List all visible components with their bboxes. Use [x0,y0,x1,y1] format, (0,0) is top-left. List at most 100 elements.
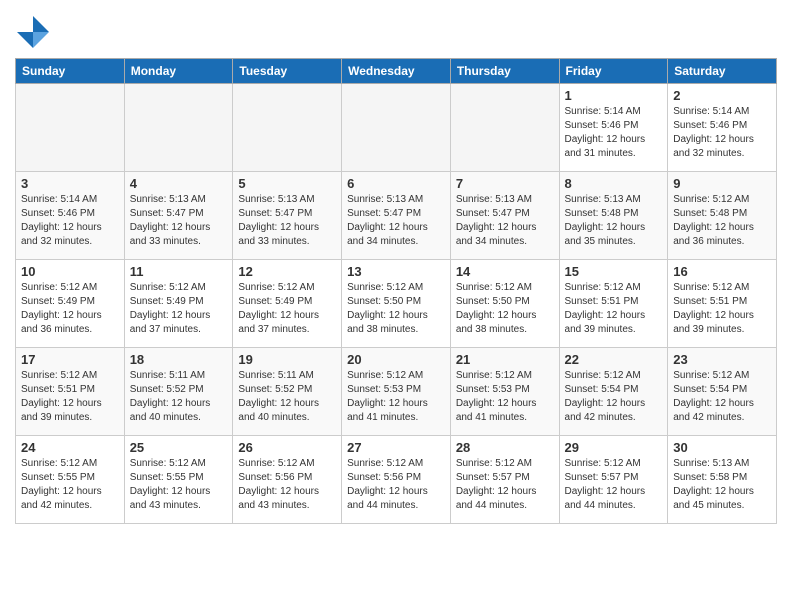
day-info: Sunrise: 5:12 AM Sunset: 5:48 PM Dayligh… [673,193,771,249]
day-info: Sunrise: 5:12 AM Sunset: 5:55 PM Dayligh… [130,457,228,513]
logo [15,14,55,50]
day-info: Sunrise: 5:12 AM Sunset: 5:56 PM Dayligh… [347,457,445,513]
weekday-header-wednesday: Wednesday [342,59,451,84]
calendar-cell [342,84,451,172]
day-number: 12 [238,264,336,279]
day-number: 9 [673,176,771,191]
day-info: Sunrise: 5:12 AM Sunset: 5:53 PM Dayligh… [347,369,445,425]
calendar-cell: 16 Sunrise: 5:12 AM Sunset: 5:51 PM Dayli… [668,260,777,348]
day-number: 28 [456,440,554,455]
calendar-cell: 22Sunrise: 5:12 AM Sunset: 5:54 PM Dayli… [559,348,668,436]
day-info: Sunrise: 5:13 AM Sunset: 5:47 PM Dayligh… [130,193,228,249]
day-number: 21 [456,352,554,367]
calendar-cell: 23Sunrise: 5:12 AM Sunset: 5:54 PM Dayli… [668,348,777,436]
calendar-cell: 17 Sunrise: 5:12 AM Sunset: 5:51 PM Dayli… [16,348,125,436]
day-info: Sunrise: 5:12 AM Sunset: 5:53 PM Dayligh… [456,369,554,425]
day-number: 3 [21,176,119,191]
day-number: 5 [238,176,336,191]
calendar-cell: 13 Sunrise: 5:12 AM Sunset: 5:50 PM Dayli… [342,260,451,348]
day-info: Sunrise: 5:12 AM Sunset: 5:50 PM Dayligh… [456,281,554,337]
calendar-cell [16,84,125,172]
calendar-cell: 25 Sunrise: 5:12 AM Sunset: 5:55 PM Dayli… [124,436,233,524]
day-number: 19 [238,352,336,367]
calendar-cell [233,84,342,172]
weekday-header-thursday: Thursday [450,59,559,84]
weekday-header-row: SundayMondayTuesdayWednesdayThursdayFrid… [16,59,777,84]
calendar-cell: 24Sunrise: 5:12 AM Sunset: 5:55 PM Dayli… [16,436,125,524]
day-number: 29 [565,440,663,455]
week-row-5: 24Sunrise: 5:12 AM Sunset: 5:55 PM Dayli… [16,436,777,524]
calendar-cell: 27 Sunrise: 5:12 AM Sunset: 5:56 PM Dayli… [342,436,451,524]
calendar-cell: 8Sunrise: 5:13 AM Sunset: 5:48 PM Daylig… [559,172,668,260]
day-info: Sunrise: 5:12 AM Sunset: 5:49 PM Dayligh… [238,281,336,337]
day-info: Sunrise: 5:12 AM Sunset: 5:51 PM Dayligh… [21,369,119,425]
calendar-header: SundayMondayTuesdayWednesdayThursdayFrid… [16,59,777,84]
day-info: Sunrise: 5:13 AM Sunset: 5:58 PM Dayligh… [673,457,771,513]
calendar-cell: 15 Sunrise: 5:12 AM Sunset: 5:51 PM Dayli… [559,260,668,348]
week-row-2: 3 Sunrise: 5:14 AM Sunset: 5:46 PM Daylig… [16,172,777,260]
day-info: Sunrise: 5:12 AM Sunset: 5:51 PM Dayligh… [673,281,771,337]
weekday-header-tuesday: Tuesday [233,59,342,84]
calendar-cell: 6 Sunrise: 5:13 AM Sunset: 5:47 PM Daylig… [342,172,451,260]
day-number: 17 [21,352,119,367]
calendar-cell: 14 Sunrise: 5:12 AM Sunset: 5:50 PM Dayli… [450,260,559,348]
calendar-cell: 30 Sunrise: 5:13 AM Sunset: 5:58 PM Dayli… [668,436,777,524]
header [15,10,777,50]
day-info: Sunrise: 5:13 AM Sunset: 5:47 PM Dayligh… [347,193,445,249]
page: SundayMondayTuesdayWednesdayThursdayFrid… [0,0,792,539]
day-info: Sunrise: 5:14 AM Sunset: 5:46 PM Dayligh… [21,193,119,249]
day-info: Sunrise: 5:11 AM Sunset: 5:52 PM Dayligh… [130,369,228,425]
day-number: 8 [565,176,663,191]
calendar-cell: 3 Sunrise: 5:14 AM Sunset: 5:46 PM Daylig… [16,172,125,260]
calendar-cell: 26 Sunrise: 5:12 AM Sunset: 5:56 PM Dayli… [233,436,342,524]
calendar-cell: 20 Sunrise: 5:12 AM Sunset: 5:53 PM Dayli… [342,348,451,436]
day-number: 4 [130,176,228,191]
week-row-4: 17 Sunrise: 5:12 AM Sunset: 5:51 PM Dayli… [16,348,777,436]
day-info: Sunrise: 5:13 AM Sunset: 5:47 PM Dayligh… [456,193,554,249]
day-number: 25 [130,440,228,455]
calendar-cell: 12 Sunrise: 5:12 AM Sunset: 5:49 PM Dayli… [233,260,342,348]
calendar-cell: 19 Sunrise: 5:11 AM Sunset: 5:52 PM Dayli… [233,348,342,436]
day-info: Sunrise: 5:12 AM Sunset: 5:49 PM Dayligh… [130,281,228,337]
weekday-header-friday: Friday [559,59,668,84]
day-info: Sunrise: 5:12 AM Sunset: 5:55 PM Dayligh… [21,457,119,513]
day-info: Sunrise: 5:12 AM Sunset: 5:57 PM Dayligh… [565,457,663,513]
day-number: 15 [565,264,663,279]
day-number: 14 [456,264,554,279]
calendar-cell: 21 Sunrise: 5:12 AM Sunset: 5:53 PM Dayli… [450,348,559,436]
day-number: 11 [130,264,228,279]
day-info: Sunrise: 5:12 AM Sunset: 5:50 PM Dayligh… [347,281,445,337]
day-number: 6 [347,176,445,191]
calendar-cell: 1Sunrise: 5:14 AM Sunset: 5:46 PM Daylig… [559,84,668,172]
day-info: Sunrise: 5:11 AM Sunset: 5:52 PM Dayligh… [238,369,336,425]
calendar-cell [124,84,233,172]
day-number: 30 [673,440,771,455]
calendar-cell: 4 Sunrise: 5:13 AM Sunset: 5:47 PM Daylig… [124,172,233,260]
day-number: 13 [347,264,445,279]
calendar-body: 1Sunrise: 5:14 AM Sunset: 5:46 PM Daylig… [16,84,777,524]
calendar-cell: 9 Sunrise: 5:12 AM Sunset: 5:48 PM Daylig… [668,172,777,260]
day-number: 27 [347,440,445,455]
day-number: 20 [347,352,445,367]
day-info: Sunrise: 5:13 AM Sunset: 5:47 PM Dayligh… [238,193,336,249]
day-number: 26 [238,440,336,455]
weekday-header-monday: Monday [124,59,233,84]
calendar-cell: 2Sunrise: 5:14 AM Sunset: 5:46 PM Daylig… [668,84,777,172]
day-info: Sunrise: 5:12 AM Sunset: 5:49 PM Dayligh… [21,281,119,337]
calendar-cell: 7 Sunrise: 5:13 AM Sunset: 5:47 PM Daylig… [450,172,559,260]
calendar-cell: 5 Sunrise: 5:13 AM Sunset: 5:47 PM Daylig… [233,172,342,260]
day-number: 22 [565,352,663,367]
day-number: 18 [130,352,228,367]
day-info: Sunrise: 5:14 AM Sunset: 5:46 PM Dayligh… [673,105,771,161]
calendar-cell: 10 Sunrise: 5:12 AM Sunset: 5:49 PM Dayli… [16,260,125,348]
weekday-header-saturday: Saturday [668,59,777,84]
week-row-3: 10 Sunrise: 5:12 AM Sunset: 5:49 PM Dayli… [16,260,777,348]
day-number: 7 [456,176,554,191]
calendar-cell: 18 Sunrise: 5:11 AM Sunset: 5:52 PM Dayli… [124,348,233,436]
day-number: 10 [21,264,119,279]
day-info: Sunrise: 5:12 AM Sunset: 5:56 PM Dayligh… [238,457,336,513]
day-info: Sunrise: 5:12 AM Sunset: 5:51 PM Dayligh… [565,281,663,337]
day-number: 16 [673,264,771,279]
week-row-1: 1Sunrise: 5:14 AM Sunset: 5:46 PM Daylig… [16,84,777,172]
calendar-cell: 11 Sunrise: 5:12 AM Sunset: 5:49 PM Dayli… [124,260,233,348]
